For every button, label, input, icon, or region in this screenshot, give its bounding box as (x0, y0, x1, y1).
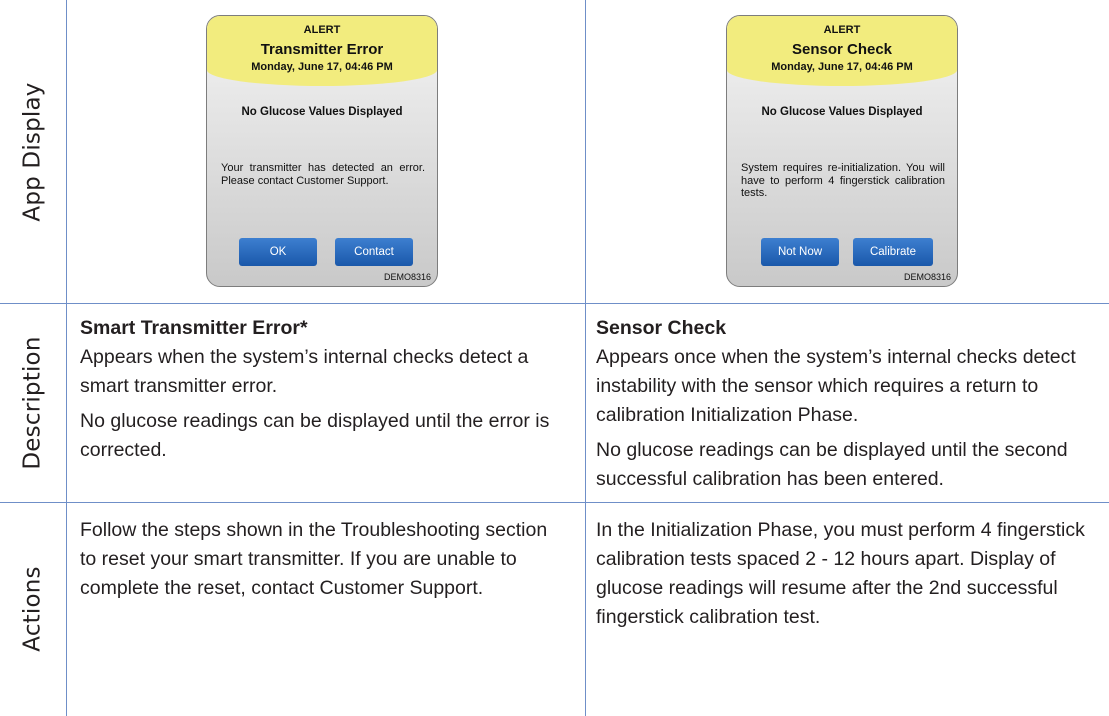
alert-body: System requires re-initialization. You w… (741, 162, 945, 199)
alert-no-values: No Glucose Values Displayed (761, 106, 923, 118)
actions-cell-right: In the Initialization Phase, you must pe… (596, 516, 1096, 632)
row-label-app-display: App Display (0, 0, 66, 303)
alert-title: Transmitter Error (260, 41, 384, 58)
ok-button[interactable]: OK (239, 238, 317, 266)
alert-date: Monday, June 17, 04:46 PM (251, 61, 393, 73)
actions-cell-left: Follow the steps shown in the Troublesho… (80, 516, 550, 603)
alert-screen-transmitter-error: ALERT Transmitter Error Monday, June 17,… (206, 15, 438, 287)
description-paragraph: No glucose readings can be displayed unt… (596, 439, 1068, 490)
description-paragraph: No glucose readings can be displayed unt… (80, 410, 550, 461)
calibrate-button[interactable]: Calibrate (853, 238, 933, 266)
alert-body: Your transmitter has detected an error. … (221, 162, 425, 187)
alert-label: ALERT (303, 24, 341, 36)
not-now-button[interactable]: Not Now (761, 238, 839, 266)
alert-no-values: No Glucose Values Displayed (241, 106, 403, 118)
actions-text: Follow the steps shown in the Troublesho… (80, 519, 548, 599)
row-label-actions: Actions (0, 502, 66, 716)
row-divider-description (0, 502, 1109, 503)
alert-code: DEMO8316 (903, 272, 951, 282)
contact-button[interactable]: Contact (335, 238, 413, 266)
row-label-description-text: Description (20, 335, 47, 470)
row-label-app-display-text: App Display (20, 81, 47, 222)
description-cell-left: Smart Transmitter Error* Appears when th… (80, 314, 575, 465)
alert-title: Sensor Check (791, 41, 893, 58)
row-label-actions-text: Actions (20, 566, 47, 652)
description-paragraph: Appears when the system’s internal check… (80, 346, 529, 397)
alert-code: DEMO8316 (383, 272, 431, 282)
description-cell-right: Sensor Check Appears once when the syste… (596, 314, 1096, 494)
actions-text: In the Initialization Phase, you must pe… (596, 519, 1085, 628)
row-label-description: Description (0, 303, 66, 502)
row-label-divider (66, 0, 67, 716)
description-title: Sensor Check (596, 317, 727, 339)
description-title: Smart Transmitter Error* (80, 317, 308, 339)
alert-screen-sensor-check: ALERT Sensor Check Monday, June 17, 04:4… (726, 15, 958, 287)
alert-label: ALERT (823, 24, 861, 36)
row-divider-app-display (0, 303, 1109, 304)
alert-header: ALERT Transmitter Error Monday, June 17,… (207, 16, 437, 86)
description-paragraph: Appears once when the system’s internal … (596, 346, 1076, 426)
alert-header: ALERT Sensor Check Monday, June 17, 04:4… (727, 16, 957, 86)
alert-date: Monday, June 17, 04:46 PM (771, 61, 913, 73)
column-divider (585, 0, 586, 716)
